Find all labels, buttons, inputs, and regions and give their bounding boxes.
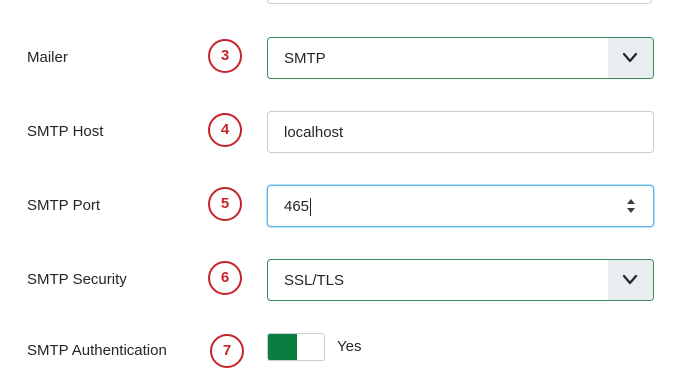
- step-marker-4: 4: [208, 113, 242, 147]
- smtp-host-label: SMTP Host: [27, 123, 104, 140]
- smtp-host-value: localhost: [284, 124, 344, 141]
- mailer-select-value: SMTP: [284, 50, 326, 67]
- smtp-port-value-wrap: 465: [284, 198, 312, 216]
- chevron-down-icon: [622, 274, 638, 285]
- smtp-port-value: 465: [284, 198, 310, 215]
- smtp-authentication-toggle[interactable]: [267, 333, 325, 361]
- step-marker-7: 7: [210, 334, 244, 368]
- row-smtp-security: SMTP Security 6 SSL/TLS: [0, 259, 682, 303]
- step-marker-3: 3: [208, 39, 242, 73]
- mailer-dropdown-button[interactable]: [608, 38, 653, 78]
- mailer-label: Mailer: [27, 49, 68, 66]
- smtp-security-select[interactable]: SSL/TLS: [267, 259, 654, 301]
- step-marker-5: 5: [208, 187, 242, 221]
- spinner-arrows-icon[interactable]: [625, 196, 637, 216]
- previous-field-edge[interactable]: [267, 0, 652, 4]
- toggle-on-indicator: [268, 334, 297, 360]
- mailer-select[interactable]: SMTP: [267, 37, 654, 79]
- smtp-host-input[interactable]: localhost: [267, 111, 654, 153]
- smtp-port-spinner[interactable]: [625, 196, 637, 216]
- smtp-port-input[interactable]: 465: [267, 185, 654, 227]
- row-smtp-authentication: SMTP Authentication 7 Yes: [0, 331, 682, 375]
- chevron-down-icon: [622, 52, 638, 63]
- smtp-security-label: SMTP Security: [27, 271, 127, 288]
- step-marker-6: 6: [208, 261, 242, 295]
- smtp-authentication-toggle-label: Yes: [337, 338, 362, 355]
- row-mailer: Mailer 3 SMTP: [0, 37, 682, 81]
- row-smtp-host: SMTP Host 4 localhost: [0, 111, 682, 155]
- text-caret: [310, 198, 312, 216]
- smtp-security-select-value: SSL/TLS: [284, 272, 345, 289]
- row-smtp-port: SMTP Port 5 465: [0, 185, 682, 229]
- smtp-security-dropdown-button[interactable]: [608, 260, 653, 300]
- smtp-port-label: SMTP Port: [27, 197, 101, 214]
- smtp-authentication-label: SMTP Authentication: [27, 342, 167, 359]
